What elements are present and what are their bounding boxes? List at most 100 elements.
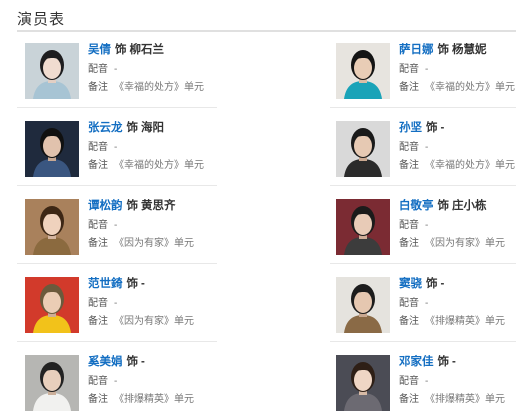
dubbing-line: 配音 - [88,140,228,156]
actor-photo[interactable] [25,121,79,177]
note-label: 备注 [88,238,108,249]
role-name: - [141,356,145,368]
role-prefix: 饰 [126,356,139,368]
cast-info: 张云龙饰海阳 配音 - 备注 《幸福的处方》单元 [88,121,228,174]
note-label: 备注 [399,316,419,327]
cast-card: 孙坚饰 - 配音 - 备注 《幸福的处方》单元 [336,121,520,183]
actor-photo[interactable] [25,43,79,99]
note-value: 《幸福的处方》单元 [114,160,204,171]
role-prefix: 饰 [115,44,127,56]
note-line: 备注 《幸福的处方》单元 [88,158,228,174]
role-name: - [141,278,145,290]
actor-name-link[interactable]: 白敬亭 [399,200,434,212]
note-value: 《因为有家》单元 [114,238,194,249]
actor-photo[interactable] [336,121,390,177]
name-line: 窦骁饰 - [399,277,520,292]
dubbing-line: 配音 - [88,296,228,312]
name-line: 邓家佳饰 - [399,355,520,370]
actor-photo[interactable] [25,277,79,333]
section-title: 演员表 [17,11,66,28]
note-label: 备注 [399,160,419,171]
actor-photo[interactable] [25,199,79,255]
role-name: - [452,356,456,368]
actor-name-link[interactable]: 萨日娜 [399,44,434,56]
dubbing-value: - [425,376,429,387]
cast-card: 谭松韵饰黄思齐 配音 - 备注 《因为有家》单元 [25,199,225,261]
dubbing-line: 配音 - [399,374,520,390]
dubbing-line: 配音 - [399,140,520,156]
cast-card: 萨日娜饰杨慧妮 配音 - 备注 《幸福的处方》单元 [336,43,520,105]
cast-info: 窦骁饰 - 配音 - 备注 《排爆精英》单元 [399,277,520,330]
dubbing-line: 配音 - [399,296,520,312]
name-line: 萨日娜饰杨慧妮 [399,43,520,58]
note-label: 备注 [88,394,108,405]
note-value: 《幸福的处方》单元 [425,82,515,93]
cast-card: 张云龙饰海阳 配音 - 备注 《幸福的处方》单元 [25,121,225,183]
note-line: 备注 《幸福的处方》单元 [399,80,520,96]
role-name: 海阳 [141,122,164,134]
note-line: 备注 《因为有家》单元 [88,236,228,252]
note-line: 备注 《排爆精英》单元 [88,392,228,408]
cast-info: 白敬亭饰庄小栋 配音 - 备注 《因为有家》单元 [399,199,520,252]
dubbing-label: 配音 [88,142,108,153]
role-name: 庄小栋 [452,200,487,212]
actor-photo[interactable] [25,355,79,411]
actor-photo[interactable] [336,277,390,333]
actor-photo[interactable] [336,355,390,411]
note-label: 备注 [399,238,419,249]
name-line: 谭松韵饰黄思齐 [88,199,228,214]
cast-info: 范世錡饰 - 配音 - 备注 《因为有家》单元 [88,277,228,330]
dubbing-label: 配音 [399,142,419,153]
actor-name-link[interactable]: 吴倩 [88,44,111,56]
row-divider [330,185,516,186]
row-divider [17,185,217,186]
note-label: 备注 [399,82,419,93]
cast-info: 奚美娟饰 - 配音 - 备注 《排爆精英》单元 [88,355,228,408]
cast-info: 吴倩饰柳石兰 配音 - 备注 《幸福的处方》单元 [88,43,228,96]
row-divider [17,341,217,342]
cast-list-page: 演员表 吴倩饰柳石兰 配音 - 备注 《幸福的处方》单元 萨日娜饰杨慧妮 配音 - 备注 《幸福的… [0,0,520,414]
role-prefix: 饰 [437,200,450,212]
actor-photo[interactable] [336,43,390,99]
dubbing-value: - [114,376,118,387]
row-divider [330,263,516,264]
cast-card: 窦骁饰 - 配音 - 备注 《排爆精英》单元 [336,277,520,339]
name-line: 奚美娟饰 - [88,355,228,370]
note-label: 备注 [88,316,108,327]
dubbing-value: - [114,64,118,75]
note-line: 备注 《幸福的处方》单元 [399,158,520,174]
cast-info: 谭松韵饰黄思齐 配音 - 备注 《因为有家》单元 [88,199,228,252]
actor-name-link[interactable]: 奚美娟 [88,356,123,368]
dubbing-label: 配音 [88,298,108,309]
cast-card: 奚美娟饰 - 配音 - 备注 《排爆精英》单元 [25,355,225,417]
note-value: 《排爆精英》单元 [425,316,505,327]
role-prefix: 饰 [126,200,139,212]
actor-name-link[interactable]: 张云龙 [88,122,123,134]
row-divider [330,341,516,342]
actor-photo[interactable] [336,199,390,255]
actor-name-link[interactable]: 窦骁 [399,278,422,290]
actor-name-link[interactable]: 谭松韵 [88,200,123,212]
note-value: 《排爆精英》单元 [425,394,505,405]
name-line: 范世錡饰 - [88,277,228,292]
note-value: 《幸福的处方》单元 [114,82,204,93]
row-divider [17,107,217,108]
note-value: 《排爆精英》单元 [114,394,194,405]
cast-card: 吴倩饰柳石兰 配音 - 备注 《幸福的处方》单元 [25,43,225,105]
dubbing-value: - [425,64,429,75]
cast-card: 邓家佳饰 - 配音 - 备注 《排爆精英》单元 [336,355,520,417]
actor-name-link[interactable]: 孙坚 [399,122,422,134]
dubbing-label: 配音 [399,376,419,387]
note-value: 《因为有家》单元 [425,238,505,249]
dubbing-line: 配音 - [88,374,228,390]
actor-name-link[interactable]: 范世錡 [88,278,123,290]
cast-card: 范世錡饰 - 配音 - 备注 《因为有家》单元 [25,277,225,339]
dubbing-label: 配音 [88,64,108,75]
role-prefix: 饰 [426,122,438,134]
note-line: 备注 《因为有家》单元 [399,236,520,252]
role-prefix: 饰 [126,122,139,134]
note-line: 备注 《排爆精英》单元 [399,392,520,408]
role-prefix: 饰 [426,278,438,290]
actor-name-link[interactable]: 邓家佳 [399,356,434,368]
name-line: 张云龙饰海阳 [88,121,228,136]
